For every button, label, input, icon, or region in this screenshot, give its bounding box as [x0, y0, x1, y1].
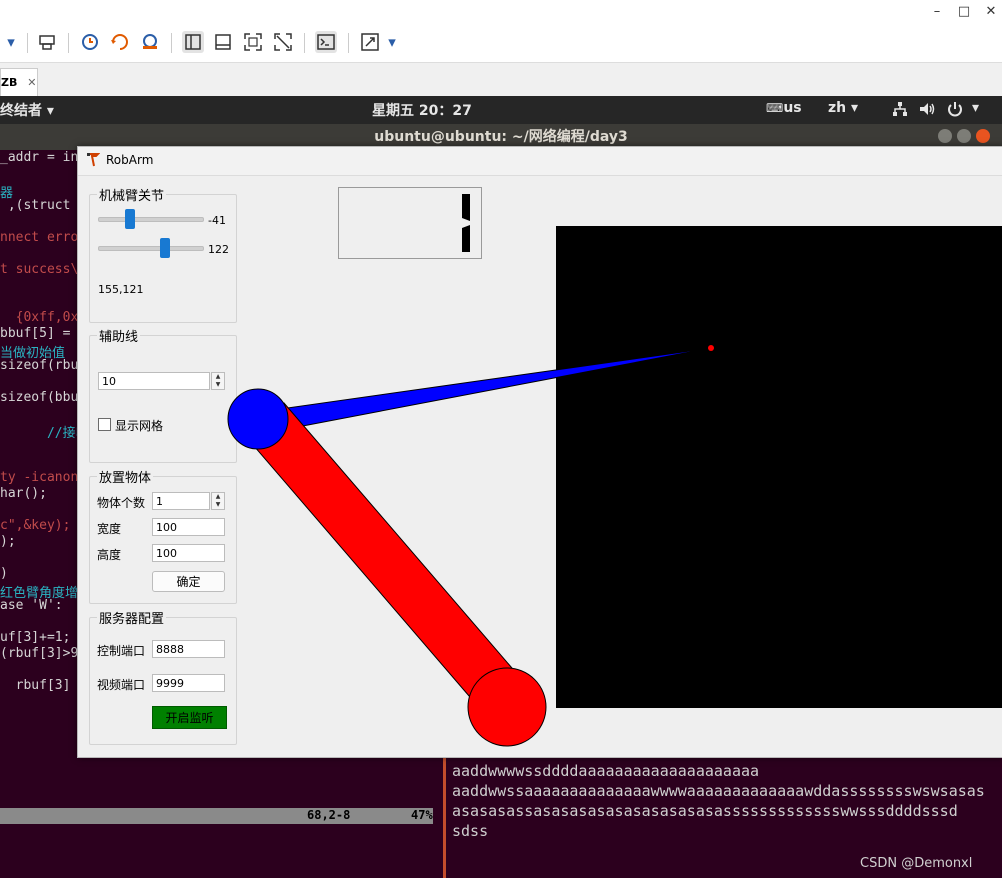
elbow-joint [227, 388, 289, 450]
terminal-output-line: sdss [452, 822, 489, 840]
tab-close-icon[interactable]: ✕ [27, 76, 36, 89]
manage-snapshots-icon[interactable] [139, 31, 161, 53]
single-pane-view-icon[interactable] [182, 31, 204, 53]
terminal-line: ); [0, 534, 16, 549]
terminal-line: ty -icanon" [0, 470, 87, 485]
ubuntu-top-bar: 终结者 ▾ 星期五 20：27 ⌨us zh ▾ ▾ [0, 96, 1002, 124]
terminal-right-pane: connect successaaddwwwwssddddaaaaaaaaaaa… [446, 742, 1002, 854]
input-method-label: zh [828, 100, 847, 116]
keyboard-label: us [783, 100, 802, 116]
chevron-down-icon: ▾ [46, 103, 54, 119]
robarm-window: RobArm 机械臂关节 -41 122 155,121 辅助线 10 ▲ ▼ 显… [77, 146, 1002, 758]
activities-label: 终结者 [0, 103, 42, 119]
terminal-line: c",&key); [0, 518, 71, 533]
chevron-down-icon[interactable]: ▾ [972, 100, 979, 116]
terminal-line: nnect error [0, 230, 87, 245]
terminal-output-line: asasasassasasasasasasasasasasassssssssss… [452, 802, 958, 820]
dropdown-arrow-icon[interactable]: ▾ [0, 31, 22, 53]
terminal-line: _addr = ine [0, 150, 87, 165]
terminal-output-line: aaddwwssaaaaaaaaaaaaaawwwwaaaaaaaaaaaaaw… [452, 782, 985, 800]
maximize-button[interactable]: □ [951, 2, 977, 22]
network-icon[interactable] [892, 101, 908, 121]
base-joint [467, 667, 547, 747]
snapshot-icon[interactable] [79, 31, 101, 53]
camera-view [556, 226, 1002, 708]
input-method[interactable]: zh ▾ [828, 100, 858, 116]
close-button[interactable]: ✕ [978, 2, 1002, 22]
terminal-minimize-button[interactable] [938, 129, 952, 143]
fullscreen-icon[interactable] [242, 31, 264, 53]
terminal-output-line: aaddwwwwssddddaaaaaaaaaaaaaaaaaaaa [452, 762, 760, 780]
terminal-line: //接收 [0, 426, 89, 441]
terminal-line: t success\n [0, 262, 87, 277]
activities-menu[interactable]: 终结者 ▾ [0, 100, 54, 120]
terminal-line: ,(struct s [0, 198, 87, 213]
terminal-line: sizeof(rbuf [0, 358, 87, 373]
host-title-bar: – □ ✕ [0, 0, 1002, 24]
arm-canvas [227, 226, 1002, 747]
terminal-line: sizeof(bbuf [0, 390, 87, 405]
scroll-percentage: 47% [411, 808, 433, 822]
terminal-console-icon[interactable] [315, 31, 337, 53]
target-point [708, 345, 714, 351]
revert-snapshot-icon[interactable] [109, 31, 131, 53]
terminal-close-button[interactable] [976, 129, 990, 143]
terminal-window-controls [938, 129, 994, 145]
terminal-line: har(); [0, 486, 47, 501]
minimize-button[interactable]: – [924, 2, 950, 22]
vim-status-bar: 68,2-8 47% [0, 808, 433, 824]
tab-vm[interactable]: ZB ✕ [0, 68, 38, 97]
terminal-line: ase 'W': [0, 598, 63, 613]
unity-icon[interactable] [272, 31, 294, 53]
power-icon[interactable] [946, 100, 964, 122]
watermark: CSDN @Demonxl [860, 856, 973, 871]
clock[interactable]: 星期五 20：27 [372, 100, 472, 120]
terminal-maximize-button[interactable] [957, 129, 971, 143]
terminal-line: ) [0, 566, 8, 581]
keyboard-icon: ⌨ [766, 101, 784, 115]
toolbar-divider [348, 33, 349, 53]
vm-toolbar: ▾ ▾ [0, 24, 1002, 63]
cursor-position: 68,2-8 [307, 808, 351, 822]
terminal-line: uf[3]+=1; [0, 630, 71, 645]
keyboard-layout[interactable]: ⌨us [766, 100, 802, 116]
toolbar-divider [27, 33, 28, 53]
toolbar-divider [304, 33, 305, 53]
network-print-icon[interactable] [36, 31, 58, 53]
toolbar-divider [171, 33, 172, 53]
console-view-icon[interactable] [212, 31, 234, 53]
chevron-down-icon: ▾ [851, 100, 859, 116]
vm-tab-bar [0, 63, 1002, 96]
tab-label: ZB [1, 76, 18, 89]
stretch-icon[interactable] [359, 31, 381, 53]
volume-icon[interactable] [918, 100, 936, 122]
toolbar-divider [68, 33, 69, 53]
terminal-line: bbuf[5] = { [0, 326, 87, 341]
dropdown-arrow-icon[interactable]: ▾ [381, 31, 403, 53]
